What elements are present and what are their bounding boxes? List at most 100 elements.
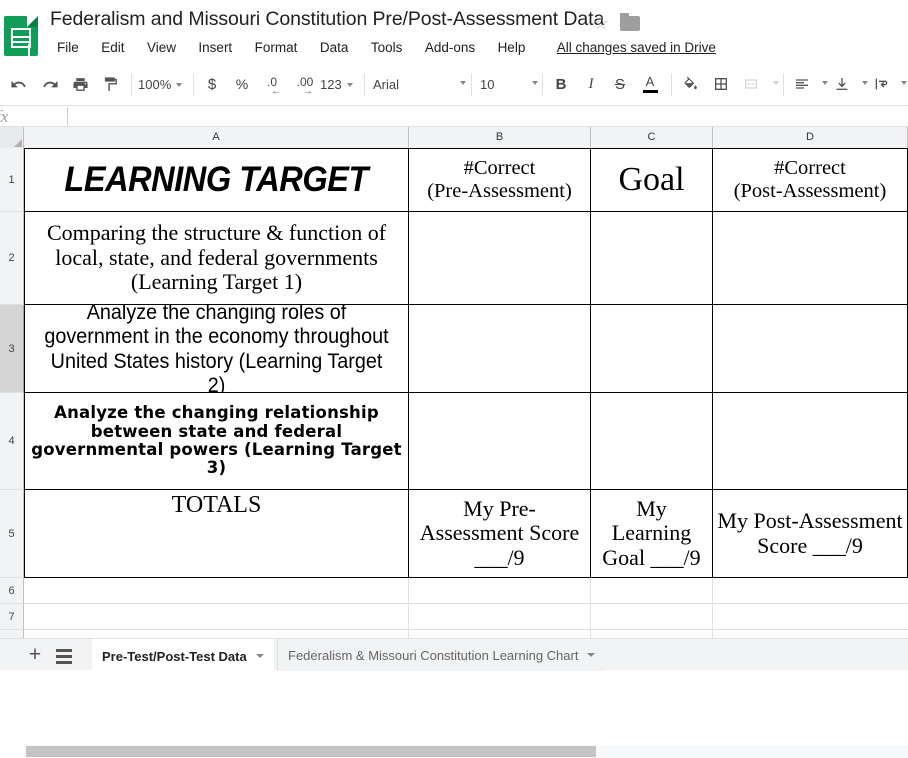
cell-c6[interactable] xyxy=(591,578,712,603)
font-family-value: Arial xyxy=(373,76,400,92)
cell-c5-goal-total[interactable]: My Learning Goal ___/9 xyxy=(591,490,713,578)
name-box[interactable]: fx xyxy=(0,106,66,126)
cell-area: LEARNING TARGET #Correct (Pre-Assessment… xyxy=(24,148,908,638)
spreadsheet-glyph xyxy=(11,28,31,60)
cell-c4-goal-score[interactable] xyxy=(591,393,713,490)
cell-c7[interactable] xyxy=(591,604,712,629)
column-header-c[interactable]: C xyxy=(591,127,713,148)
cell-b5-pre-total[interactable]: My Pre-Assessment Score ___/9 xyxy=(409,490,591,578)
increase-decimal-button[interactable]: .00 → xyxy=(289,69,321,99)
cell-b2-pre-score[interactable] xyxy=(409,212,591,305)
menu-item-file[interactable]: File xyxy=(48,37,88,59)
learning-goal-total-text: My Learning Goal ___/9 xyxy=(602,495,701,570)
toolbar-separator-3 xyxy=(364,74,365,96)
row-header-5[interactable]: 5 xyxy=(0,490,24,578)
column-header-b[interactable]: B xyxy=(409,127,591,148)
chevron-down-icon[interactable] xyxy=(532,81,538,85)
font-size-control[interactable]: 10 xyxy=(480,71,540,97)
cell-d5-post-total[interactable]: My Post-Assessment Score ___/9 xyxy=(713,490,908,578)
row-header-7[interactable]: 7 xyxy=(0,604,24,630)
paint-format-icon[interactable] xyxy=(96,69,124,99)
cell-c2-goal-score[interactable] xyxy=(591,212,713,305)
horizontal-align-icon[interactable] xyxy=(790,69,814,99)
cell-a4-target-3[interactable]: Analyze the changing relationship betwee… xyxy=(24,393,409,490)
cell-b4-pre-score[interactable] xyxy=(409,393,591,490)
cell-d4-post-score[interactable] xyxy=(713,393,908,490)
chevron-down-icon[interactable] xyxy=(822,81,828,85)
borders-icon[interactable] xyxy=(708,69,734,99)
totals-label: TOTALS xyxy=(171,492,262,518)
strikethrough-button[interactable]: S xyxy=(607,69,633,99)
number-format-control[interactable]: 123 xyxy=(320,71,353,97)
cell-d3-post-score[interactable] xyxy=(713,305,908,393)
cell-d1-correct-post[interactable]: #Correct (Post-Assessment) xyxy=(713,148,908,212)
folder-icon[interactable] xyxy=(620,13,640,31)
sheet-tab-federalism-missouri-constitution-learning-chart[interactable]: Federalism & Missouri Constitution Learn… xyxy=(277,639,606,671)
chevron-down-icon xyxy=(346,83,353,87)
cell-a7[interactable] xyxy=(24,604,408,629)
row-header-3[interactable]: 3 xyxy=(0,305,24,393)
gridline-h-7 xyxy=(24,629,908,630)
menu-item-addons[interactable]: Add-ons xyxy=(416,37,484,59)
chevron-down-icon[interactable] xyxy=(862,81,868,85)
menu-item-insert[interactable]: Insert xyxy=(189,37,241,59)
formula-input[interactable] xyxy=(76,106,908,126)
chevron-down-icon[interactable] xyxy=(901,81,907,85)
menu-item-tools[interactable]: Tools xyxy=(362,37,412,59)
select-all-corner[interactable] xyxy=(0,127,24,148)
zoom-control[interactable]: 100% xyxy=(138,71,183,97)
star-icon[interactable]: ☆ xyxy=(593,14,611,32)
cell-a2-target-1[interactable]: Comparing the structure & function of lo… xyxy=(24,212,409,305)
cell-a3-target-2[interactable]: Analyze the changing roles of government… xyxy=(24,305,409,393)
cell-c1-goal[interactable]: Goal xyxy=(591,148,713,212)
row-header-6[interactable]: 6 xyxy=(0,578,24,604)
column-header-d[interactable]: D xyxy=(713,127,908,148)
cell-b6[interactable] xyxy=(409,578,590,603)
currency-format-button[interactable]: $ xyxy=(199,69,225,99)
row-header-4[interactable]: 4 xyxy=(0,393,24,490)
column-header-a[interactable]: A xyxy=(24,127,409,148)
cell-c3-goal-score[interactable] xyxy=(591,305,713,393)
font-family-control[interactable]: Arial xyxy=(373,71,469,97)
add-sheet-button[interactable]: + xyxy=(24,644,46,667)
chevron-down-icon[interactable] xyxy=(587,653,596,657)
cell-b1-correct-pre[interactable]: #Correct (Pre-Assessment) xyxy=(409,148,591,212)
menu-item-format[interactable]: Format xyxy=(246,37,307,59)
row-header-column: 1 2 3 4 5 6 7 xyxy=(0,148,24,643)
row-header-2[interactable]: 2 xyxy=(0,212,24,305)
menu-item-help[interactable]: Help xyxy=(489,37,535,59)
vertical-align-icon[interactable] xyxy=(830,69,854,99)
post-assessment-total-text: My Post-Assessment Score ___/9 xyxy=(717,507,903,558)
cell-a6[interactable] xyxy=(24,578,408,603)
horizontal-scrollbar-thumb[interactable] xyxy=(26,746,596,757)
logo-corner xyxy=(27,16,38,27)
menu-item-view[interactable]: View xyxy=(138,37,185,59)
cell-d7[interactable] xyxy=(713,604,908,629)
row-header-1[interactable]: 1 xyxy=(0,148,24,212)
decrease-decimal-button[interactable]: .0 ← xyxy=(257,69,287,99)
menu-item-data[interactable]: Data xyxy=(311,37,358,59)
bold-button[interactable]: B xyxy=(548,69,574,99)
all-sheets-icon[interactable] xyxy=(54,647,74,665)
cell-a5-totals-label[interactable]: TOTALS xyxy=(24,490,409,578)
cell-b7[interactable] xyxy=(409,604,590,629)
print-icon[interactable] xyxy=(66,69,94,99)
cell-a1-learning-target[interactable]: LEARNING TARGET xyxy=(24,148,409,212)
document-title[interactable]: Federalism and Missouri Constitution Pre… xyxy=(50,8,604,31)
save-status-link[interactable]: All changes saved in Drive xyxy=(557,37,716,59)
text-color-button[interactable]: A xyxy=(637,69,663,99)
text-wrapping-icon[interactable] xyxy=(869,69,893,99)
undo-icon[interactable] xyxy=(4,69,32,99)
sheet-tab-pre-test-post-test-data[interactable]: Pre-Test/Post-Test Data xyxy=(92,639,274,671)
chevron-down-icon[interactable] xyxy=(255,654,264,658)
menu-item-edit[interactable]: Edit xyxy=(92,37,133,59)
redo-icon[interactable] xyxy=(36,69,64,99)
percent-format-button[interactable]: % xyxy=(229,69,255,99)
italic-button[interactable]: I xyxy=(578,69,604,99)
fill-color-icon[interactable] xyxy=(677,69,703,99)
chevron-down-icon[interactable] xyxy=(460,81,466,85)
formula-bar-divider xyxy=(67,107,68,126)
cell-d2-post-score[interactable] xyxy=(713,212,908,305)
cell-d6[interactable] xyxy=(713,578,908,603)
cell-b3-pre-score[interactable] xyxy=(409,305,591,393)
